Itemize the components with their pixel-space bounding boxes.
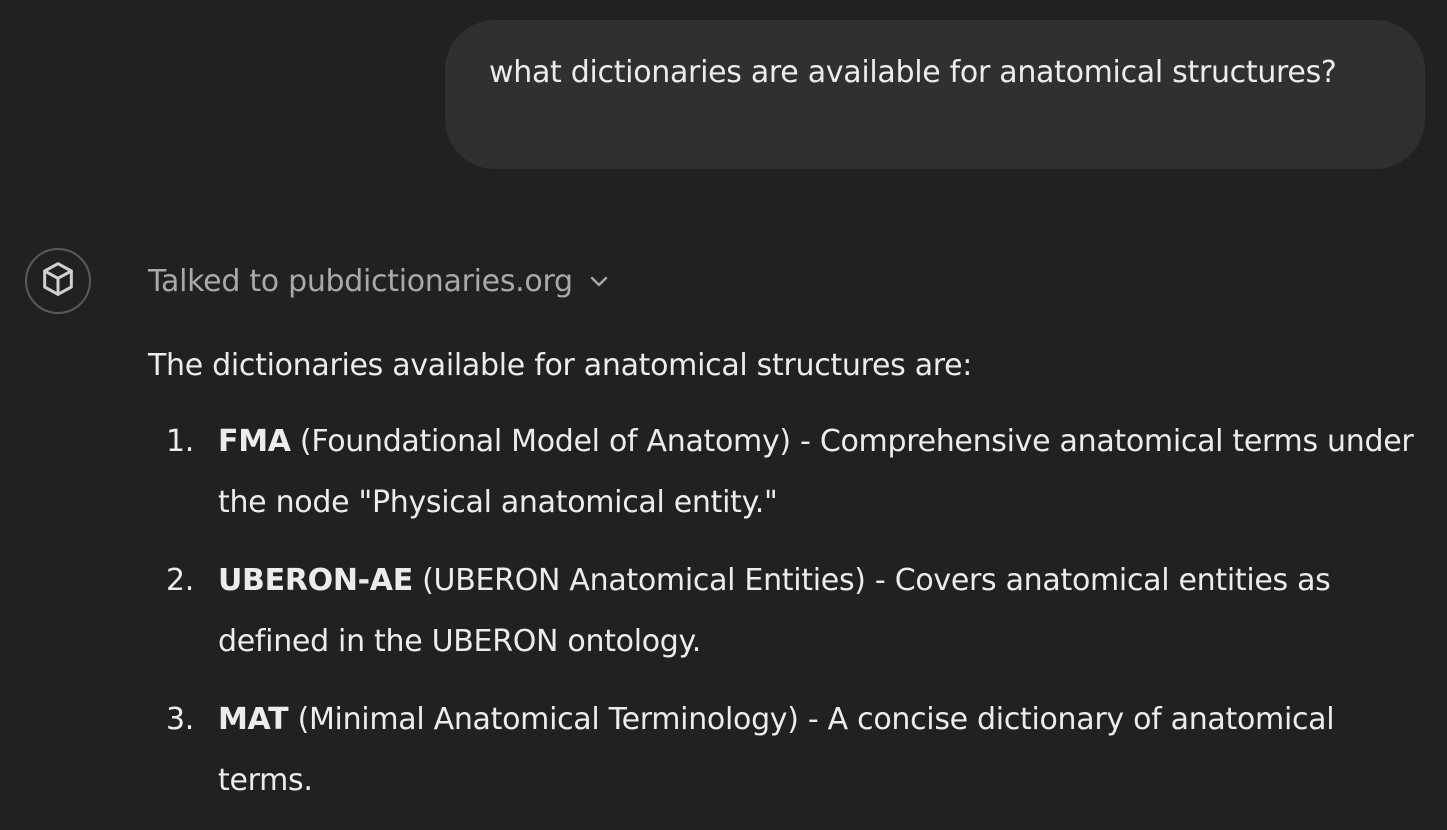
cube-icon (38, 259, 78, 303)
dictionary-list: 1. FMA (Foundational Model of Anatomy) -… (148, 411, 1428, 811)
answer-intro: The dictionaries available for anatomica… (148, 348, 973, 383)
dictionary-name: FMA (218, 424, 291, 459)
user-message-text: what dictionaries are available for anat… (489, 55, 1337, 90)
chevron-down-icon (587, 269, 611, 293)
tool-call-label: Talked to pubdictionaries.org (148, 263, 573, 299)
dictionary-name: UBERON-AE (218, 563, 413, 598)
list-item: 1. FMA (Foundational Model of Anatomy) -… (148, 411, 1418, 533)
dictionary-description: (Foundational Model of Anatomy) - Compre… (218, 424, 1414, 520)
list-number: 2. (166, 563, 195, 598)
assistant-avatar (25, 248, 91, 314)
list-item: 2. UBERON-AE (UBERON Anatomical Entities… (148, 550, 1418, 672)
list-number: 1. (166, 424, 195, 459)
user-message-bubble: what dictionaries are available for anat… (445, 20, 1425, 169)
list-number: 3. (166, 702, 195, 737)
assistant-message: The dictionaries available for anatomica… (148, 340, 1428, 811)
dictionary-name: MAT (218, 702, 289, 737)
tool-call-toggle[interactable]: Talked to pubdictionaries.org (148, 258, 611, 304)
list-item: 3. MAT (Minimal Anatomical Terminology) … (148, 689, 1418, 811)
dictionary-description: (Minimal Anatomical Terminology) - A con… (218, 702, 1335, 798)
